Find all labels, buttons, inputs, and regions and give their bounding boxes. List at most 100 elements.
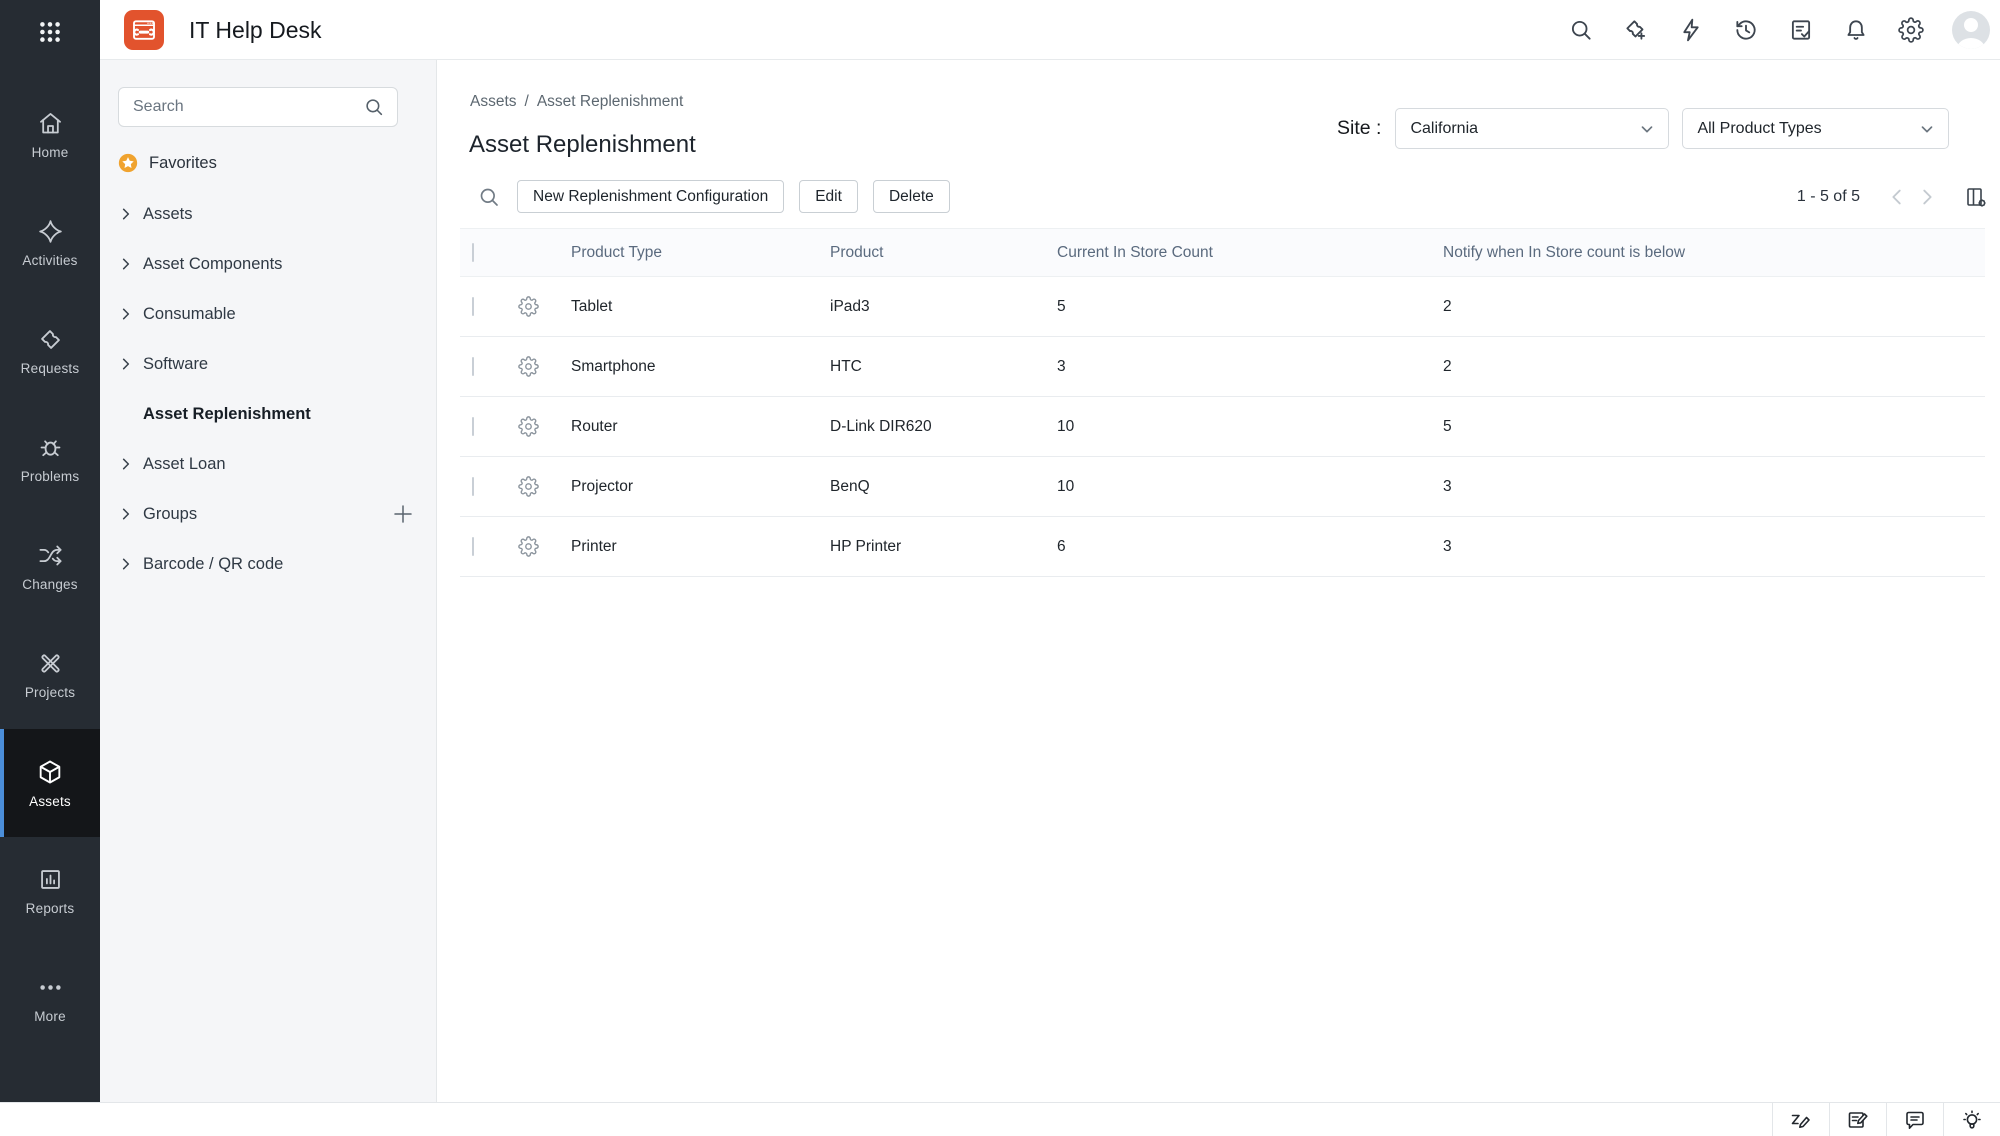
sidebar-item-consumable[interactable]: Consumable: [100, 289, 437, 339]
cell-product-type: Smartphone: [556, 337, 815, 397]
product-type-select[interactable]: All Product Types: [1682, 108, 1949, 149]
app-grid-icon[interactable]: [0, 12, 100, 52]
notifications-bell-icon[interactable]: [1842, 16, 1870, 44]
projects-icon: [37, 650, 64, 677]
flash-icon[interactable]: [1677, 16, 1705, 44]
row-checkbox[interactable]: [472, 357, 474, 376]
rail-item-home[interactable]: Home: [0, 81, 100, 189]
cell-product-type: Tablet: [556, 277, 815, 337]
breadcrumb-current: Asset Replenishment: [537, 93, 683, 111]
rail-item-changes[interactable]: Changes: [0, 513, 100, 621]
row-settings-gear-icon[interactable]: [518, 296, 556, 317]
sidebar-search-input[interactable]: [133, 98, 363, 116]
rail-item-requests[interactable]: Requests: [0, 297, 100, 405]
header-actions: [1567, 0, 1990, 60]
sidebar-item-asset-components[interactable]: Asset Components: [100, 239, 437, 289]
chevron-right-icon: [119, 257, 133, 271]
pagination-range: 1 - 5 of 5: [1797, 188, 1860, 206]
rail-item-label: Changes: [22, 577, 77, 592]
next-page-icon[interactable]: [1916, 186, 1938, 208]
rail-item-problems[interactable]: Problems: [0, 405, 100, 513]
table-row[interactable]: Projector BenQ 10 3: [460, 457, 1985, 517]
cell-product: HP Printer: [815, 517, 1042, 577]
sidebar-item-asset-loan[interactable]: Asset Loan: [100, 439, 437, 489]
product-type-select-value: All Product Types: [1697, 120, 1821, 138]
sidebar-item-asset-replenishment[interactable]: Asset Replenishment: [100, 389, 437, 439]
chevron-right-icon: [119, 357, 133, 371]
ideas-lightbulb-icon[interactable]: [1943, 1103, 2000, 1136]
sketch-feedback-icon[interactable]: [1772, 1103, 1829, 1136]
new-replenishment-button[interactable]: New Replenishment Configuration: [517, 180, 784, 213]
rail-item-assets[interactable]: Assets: [0, 729, 100, 837]
edit-button[interactable]: Edit: [799, 180, 858, 213]
pagination: 1 - 5 of 5: [1797, 180, 1988, 213]
breadcrumb: Assets / Asset Replenishment: [470, 93, 683, 111]
column-header-current-count[interactable]: Current In Store Count: [1042, 229, 1428, 277]
row-checkbox[interactable]: [472, 477, 474, 496]
table-row[interactable]: Router D-Link DIR620 10 5: [460, 397, 1985, 457]
filters-row: Site : California All Product Types: [1337, 108, 1949, 149]
sidebar-item-label: Barcode / QR code: [143, 555, 283, 574]
column-header-product[interactable]: Product: [815, 229, 1042, 277]
survey-checklist-icon[interactable]: [1787, 16, 1815, 44]
sidebar-item-assets[interactable]: Assets: [100, 189, 437, 239]
app-logo-icon[interactable]: [124, 10, 164, 50]
cell-product-type: Projector: [556, 457, 815, 517]
row-settings-gear-icon[interactable]: [518, 356, 556, 377]
table-row[interactable]: Tablet iPad3 5 2: [460, 277, 1985, 337]
cell-notify-below: 3: [1428, 517, 1985, 577]
row-settings-gear-icon[interactable]: [518, 476, 556, 497]
previous-page-icon[interactable]: [1886, 186, 1908, 208]
row-checkbox[interactable]: [472, 417, 474, 436]
shuffle-icon: [37, 542, 64, 569]
cell-current-count: 10: [1042, 397, 1428, 457]
chevron-right-icon: [119, 307, 133, 321]
sidebar-item-software[interactable]: Software: [100, 339, 437, 389]
column-header-spacer: [506, 229, 556, 277]
chat-icon[interactable]: [1886, 1103, 1943, 1136]
site-select-value: California: [1410, 120, 1478, 138]
rail-item-activities[interactable]: Activities: [0, 189, 100, 297]
sidebar-item-label: Software: [143, 355, 208, 374]
cell-notify-below: 3: [1428, 457, 1985, 517]
sidebar-favorites[interactable]: Favorites: [117, 150, 217, 176]
settings-gear-icon[interactable]: [1897, 16, 1925, 44]
select-all-checkbox[interactable]: [472, 243, 474, 262]
bug-icon: [37, 434, 64, 461]
rail-item-more[interactable]: More: [0, 945, 100, 1053]
add-group-icon[interactable]: [391, 502, 415, 526]
sidebar-item-groups[interactable]: Groups: [100, 489, 437, 539]
table-row[interactable]: Smartphone HTC 3 2: [460, 337, 1985, 397]
rail-item-projects[interactable]: Projects: [0, 621, 100, 729]
column-settings-icon[interactable]: [1964, 185, 1988, 209]
site-select[interactable]: California: [1395, 108, 1669, 149]
add-request-icon[interactable]: [1622, 16, 1650, 44]
column-header-notify-below[interactable]: Notify when In Store count is below: [1428, 229, 1985, 277]
row-settings-gear-icon[interactable]: [518, 416, 556, 437]
search-icon[interactable]: [1567, 16, 1595, 44]
cell-notify-below: 5: [1428, 397, 1985, 457]
rail-item-reports[interactable]: Reports: [0, 837, 100, 945]
sidebar-search[interactable]: [118, 87, 398, 127]
write-review-icon[interactable]: [1829, 1103, 1886, 1136]
sidebar-item-label: Assets: [143, 205, 193, 224]
list-search-icon[interactable]: [477, 185, 501, 209]
it-help-desk-app: Home Activities Requests Problems Change…: [0, 0, 2000, 1136]
row-settings-gear-icon[interactable]: [518, 536, 556, 557]
column-header-product-type[interactable]: Product Type: [556, 229, 815, 277]
chevron-right-icon: [119, 457, 133, 471]
cell-current-count: 3: [1042, 337, 1428, 397]
app-title: IT Help Desk: [189, 0, 322, 60]
history-icon[interactable]: [1732, 16, 1760, 44]
row-checkbox[interactable]: [472, 297, 474, 316]
chevron-spacer: [119, 407, 133, 421]
user-avatar[interactable]: [1952, 11, 1990, 49]
rail-item-label: Projects: [25, 685, 75, 700]
breadcrumb-assets[interactable]: Assets: [470, 93, 517, 111]
breadcrumb-separator: /: [525, 93, 529, 111]
delete-button[interactable]: Delete: [873, 180, 950, 213]
sidebar-item-barcode-qr[interactable]: Barcode / QR code: [100, 539, 437, 589]
table-row[interactable]: Printer HP Printer 6 3: [460, 517, 1985, 577]
chevron-right-icon: [119, 207, 133, 221]
row-checkbox[interactable]: [472, 537, 474, 556]
